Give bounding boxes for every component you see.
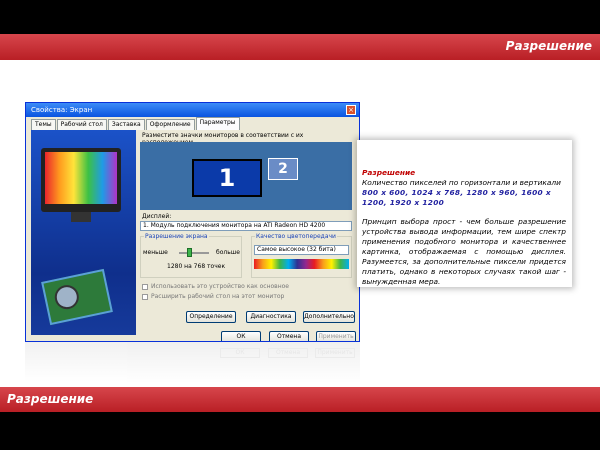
graphics-card-illustration (41, 268, 113, 326)
resolution-slider-thumb[interactable] (187, 248, 192, 257)
resolution-group-title: Разрешение экрана (144, 233, 209, 240)
display-properties-dialog: Свойства: Экран × Темы Рабочий стол Заст… (25, 102, 360, 342)
tab-themes[interactable]: Темы (31, 119, 56, 130)
info-resolution-values: 800 x 600, 1024 x 768, 1280 x 960, 1600 … (362, 188, 551, 207)
primary-device-checkbox[interactable] (142, 284, 148, 290)
decorative-side-image (31, 130, 136, 335)
slide-header-title: Разрешение (505, 39, 592, 53)
resolution-value: 1280 на 768 точек (167, 263, 226, 270)
bottom-black-band (0, 412, 600, 450)
diagnostics-button[interactable]: Диагностика (246, 311, 296, 323)
dialog-titlebar[interactable]: Свойства: Экран × (26, 103, 359, 117)
tab-settings[interactable]: Параметры (195, 117, 240, 130)
troubleshoot-button[interactable]: Определение (186, 311, 236, 323)
monitor-2-icon[interactable]: 2 (268, 158, 298, 180)
reflection-apply: Применить (315, 348, 355, 358)
info-description: Количество пикселей по горизонтали и вер… (362, 178, 561, 187)
resolution-slider-track[interactable] (179, 252, 209, 254)
dialog-reflection: ОК Отмена Применить (25, 342, 360, 382)
footer-bar: Разрешение (0, 387, 600, 412)
close-button[interactable]: × (346, 105, 356, 115)
cancel-button[interactable]: Отмена (269, 331, 309, 341)
reflection-cancel: Отмена (268, 348, 308, 358)
tab-screensaver[interactable]: Заставка (107, 119, 145, 130)
monitor-illustration (41, 148, 121, 212)
dialog-title: Свойства: Экран (31, 106, 93, 114)
header-bar: Разрешение (0, 34, 600, 60)
slider-less-label: меньше (143, 249, 168, 256)
apply-button[interactable]: Применить (316, 331, 356, 341)
color-quality-title: Качество цветопередачи (255, 233, 337, 240)
color-spectrum-bar (254, 259, 349, 269)
monitor-stand (71, 212, 91, 222)
color-quality-group: Качество цветопередачи Самое высокое (32… (251, 233, 352, 278)
monitor-arrangement-area: 1 2 (140, 142, 352, 210)
slide-footer-title: Разрешение (7, 392, 94, 406)
reflection-ok: ОК (220, 348, 260, 358)
primary-device-label: Использовать это устройство как основное (151, 283, 289, 290)
display-select[interactable]: 1. Модуль подключения монитора на ATI Ra… (140, 221, 352, 231)
info-title: Разрешение (362, 168, 416, 177)
extend-desktop-label: Расширить рабочий стол на этот монитор (151, 293, 285, 300)
extend-desktop-checkbox[interactable] (142, 294, 148, 300)
display-label: Дисплей: (142, 213, 172, 220)
info-principle-text: Принцип выбора прост - чем больше разреш… (362, 217, 566, 286)
monitor-1-icon[interactable]: 1 (192, 159, 262, 197)
color-quality-select[interactable]: Самое высокое (32 бита) (254, 245, 349, 255)
resolution-group: Разрешение экрана меньше больше 1280 на … (140, 233, 242, 278)
advanced-button[interactable]: Дополнительно (303, 311, 355, 323)
tab-desktop[interactable]: Рабочий стол (56, 119, 107, 130)
slider-more-label: больше (216, 249, 240, 256)
tab-appearance[interactable]: Оформление (145, 119, 195, 130)
ok-button[interactable]: ОК (221, 331, 261, 341)
info-box: Разрешение Количество пикселей по горизо… (357, 140, 572, 287)
top-black-band (0, 0, 600, 34)
settings-panel: Разместите значки мониторов в соответств… (138, 130, 356, 335)
tab-strip: Темы Рабочий стол Заставка Оформление Па… (31, 117, 241, 130)
